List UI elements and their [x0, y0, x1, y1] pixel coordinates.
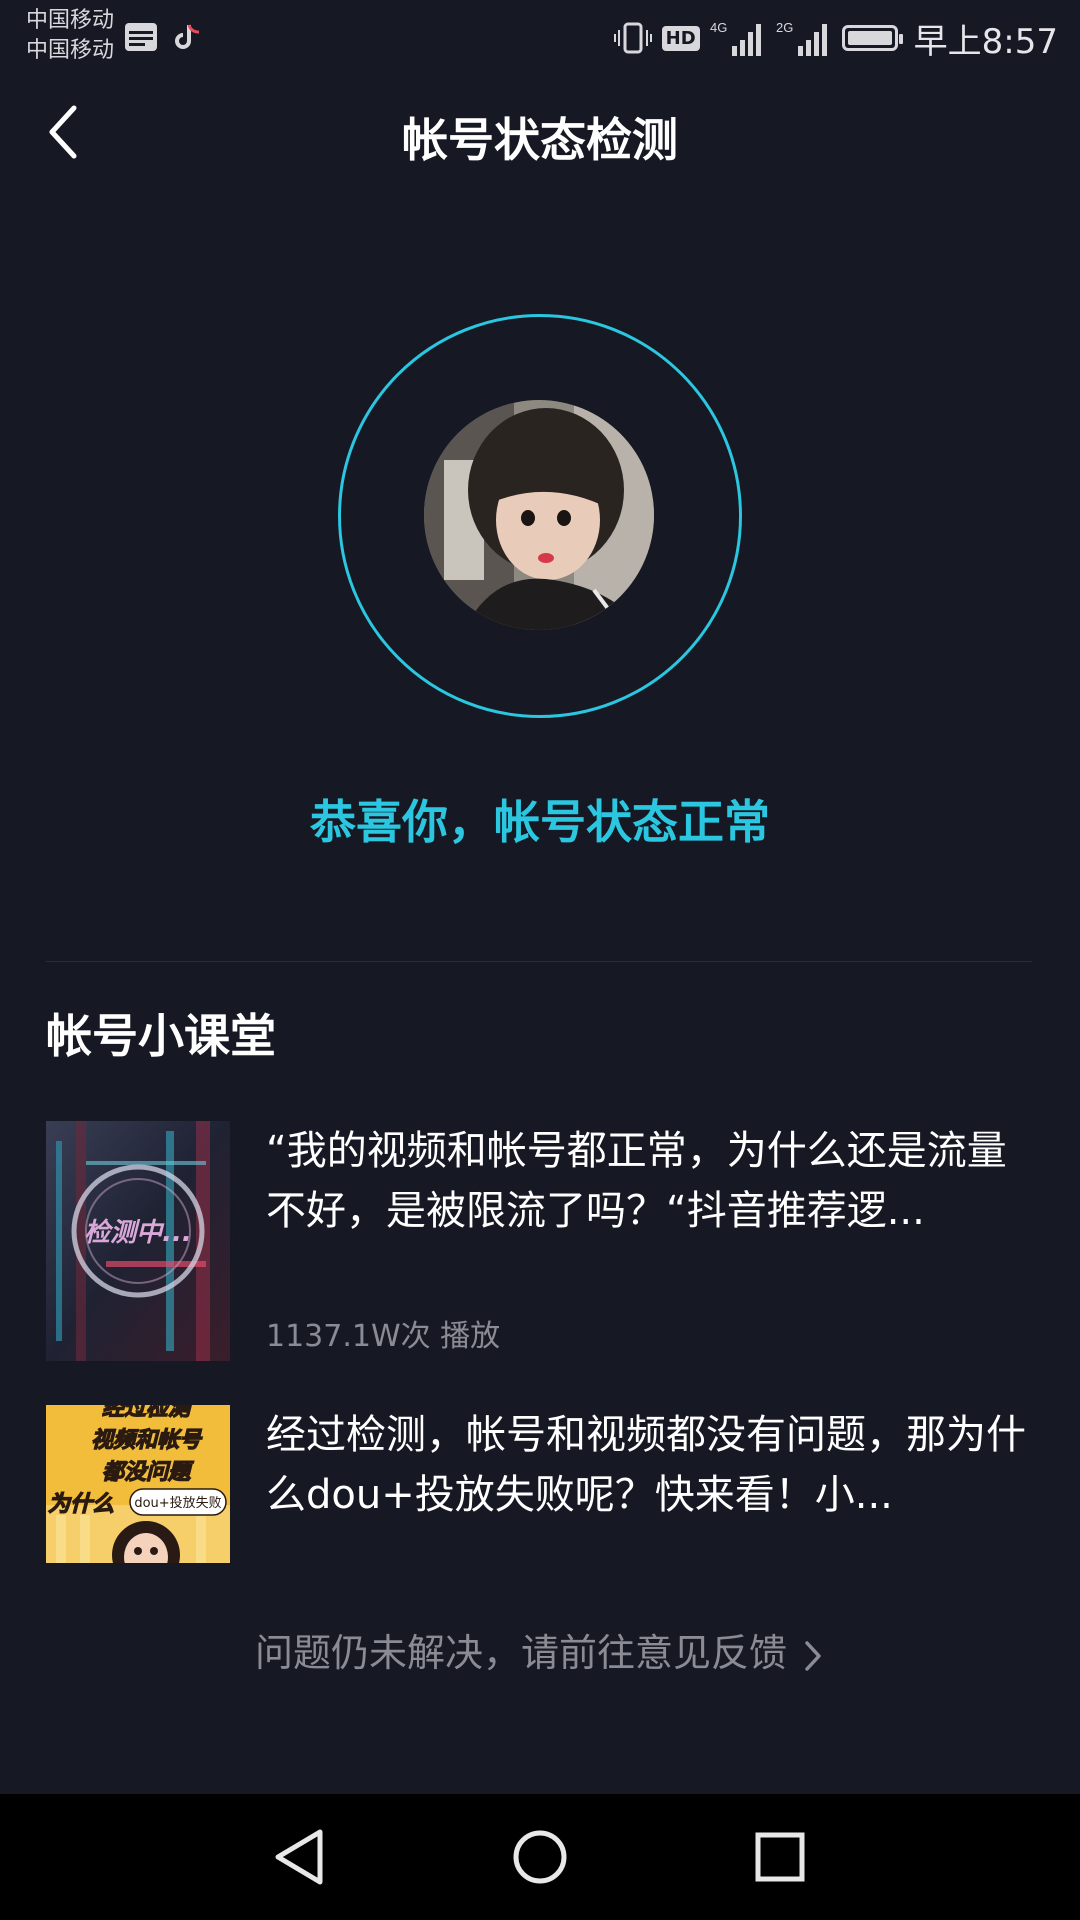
thumb-badge: dou+投放失败: [134, 1495, 221, 1511]
status-indicators: HD 4G 2G 早上8:57: [613, 14, 1058, 62]
section-title: 帐号小课堂: [46, 1009, 276, 1063]
nav-recents-button[interactable]: [745, 1822, 815, 1892]
article-item-1[interactable]: 检测中... “我的视频和帐号都正常，为什么还是流量不好，是被限流了吗？“抖音推…: [46, 1121, 1036, 1361]
clock: 早上8:57: [913, 21, 1058, 62]
divider: [46, 961, 1032, 962]
carrier-2: 中国移动: [26, 38, 115, 63]
nav-home-button[interactable]: [505, 1822, 575, 1892]
thumb-line-3: 都没问题: [102, 1460, 194, 1485]
signal-2g-icon: 2G: [776, 20, 827, 56]
thumb-text: 检测中...: [84, 1218, 192, 1248]
page-title: 帐号状态检测: [402, 113, 678, 167]
network-2g-label: 2G: [776, 20, 793, 35]
carrier-info: 中国移动 中国移动: [26, 6, 114, 66]
system-nav-bar: [0, 1794, 1080, 1920]
article-title-2: 经过检测，帐号和视频都没有问题，那为什么dou+投放失败呢？快来看！小...: [266, 1412, 1026, 1518]
status-bar: 中国移动 中国移动 HD 4G 2G 早上8:57: [0, 0, 1080, 76]
chevron-right-icon: [805, 1640, 821, 1671]
network-4g-label: 4G: [710, 20, 727, 35]
feedback-link[interactable]: 问题仍未解决，请前往意见反馈: [0, 1622, 1080, 1677]
article-thumbnail-2: 经过检测 视频和帐号 都没问题 为什么 dou+投放失败: [46, 1405, 230, 1563]
signal-4g-icon: 4G: [710, 20, 761, 56]
thumbnail-image: 经过检测 视频和帐号 都没问题 为什么 dou+投放失败: [46, 1405, 230, 1563]
battery-icon: [841, 25, 903, 51]
hd-badge: HD: [661, 25, 700, 51]
play-count: 1137.1W次 播放: [266, 1319, 501, 1354]
top-bar: 帐号状态检测: [0, 76, 1080, 186]
thumbnail-image: 检测中...: [46, 1121, 230, 1361]
feedback-label: 问题仍未解决，请前往意见反馈: [254, 1631, 787, 1675]
vibrate-icon: [613, 22, 652, 54]
thumb-line-4: 为什么: [48, 1492, 114, 1517]
thumb-line-1: 经过检测: [102, 1405, 194, 1421]
carrier-1: 中国移动: [26, 8, 115, 33]
article-thumbnail-1: 检测中...: [46, 1121, 230, 1361]
article-item-2[interactable]: 经过检测 视频和帐号 都没问题 为什么 dou+投放失败 经过检测，帐号和视频都…: [46, 1405, 1036, 1563]
toutiao-icon: [125, 23, 157, 51]
detection-status: 恭喜你，帐号状态正常: [310, 795, 770, 849]
nav-back-button[interactable]: [264, 1822, 334, 1892]
article-title-1: “我的视频和帐号都正常，为什么还是流量不好，是被限流了吗？“抖音推荐逻...: [266, 1128, 1007, 1234]
thumb-line-2: 视频和帐号: [91, 1428, 203, 1453]
avatar-image: [424, 400, 654, 630]
avatar: [424, 400, 654, 630]
douyin-icon: [175, 24, 200, 49]
